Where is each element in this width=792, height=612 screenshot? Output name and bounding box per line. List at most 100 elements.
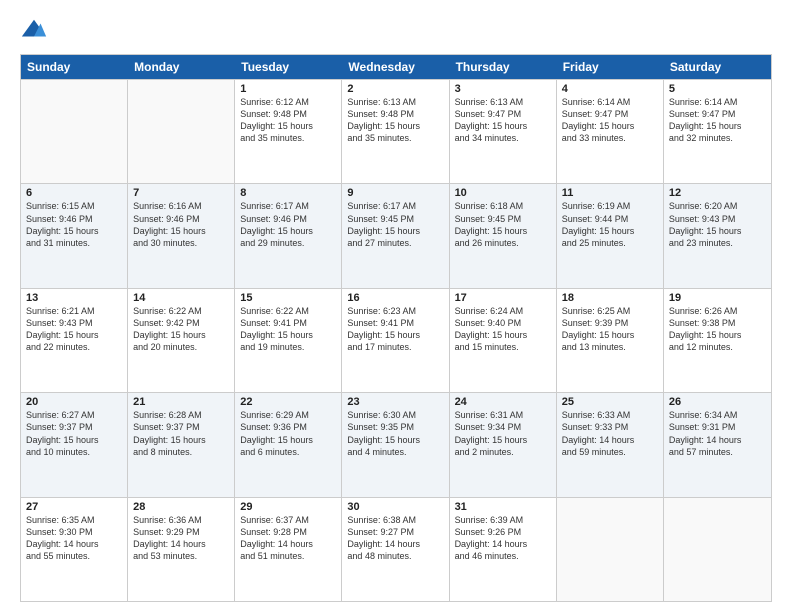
header-day-monday: Monday: [128, 55, 235, 79]
day-cell-12: 12Sunrise: 6:20 AMSunset: 9:43 PMDayligh…: [664, 184, 771, 287]
day-cell-5: 5Sunrise: 6:14 AMSunset: 9:47 PMDaylight…: [664, 80, 771, 183]
empty-cell: [128, 80, 235, 183]
header-day-thursday: Thursday: [450, 55, 557, 79]
day-info: Sunrise: 6:20 AMSunset: 9:43 PMDaylight:…: [669, 200, 766, 249]
day-cell-10: 10Sunrise: 6:18 AMSunset: 9:45 PMDayligh…: [450, 184, 557, 287]
calendar-header: SundayMondayTuesdayWednesdayThursdayFrid…: [21, 55, 771, 79]
day-cell-19: 19Sunrise: 6:26 AMSunset: 9:38 PMDayligh…: [664, 289, 771, 392]
day-cell-1: 1Sunrise: 6:12 AMSunset: 9:48 PMDaylight…: [235, 80, 342, 183]
header-day-saturday: Saturday: [664, 55, 771, 79]
day-info: Sunrise: 6:37 AMSunset: 9:28 PMDaylight:…: [240, 514, 336, 563]
day-number: 21: [133, 396, 229, 408]
day-info: Sunrise: 6:14 AMSunset: 9:47 PMDaylight:…: [562, 96, 658, 145]
header-day-friday: Friday: [557, 55, 664, 79]
calendar-body: 1Sunrise: 6:12 AMSunset: 9:48 PMDaylight…: [21, 79, 771, 601]
day-number: 26: [669, 396, 766, 408]
day-cell-22: 22Sunrise: 6:29 AMSunset: 9:36 PMDayligh…: [235, 393, 342, 496]
day-number: 5: [669, 83, 766, 95]
day-number: 4: [562, 83, 658, 95]
day-cell-23: 23Sunrise: 6:30 AMSunset: 9:35 PMDayligh…: [342, 393, 449, 496]
day-info: Sunrise: 6:17 AMSunset: 9:45 PMDaylight:…: [347, 200, 443, 249]
day-number: 31: [455, 501, 551, 513]
day-info: Sunrise: 6:16 AMSunset: 9:46 PMDaylight:…: [133, 200, 229, 249]
day-cell-21: 21Sunrise: 6:28 AMSunset: 9:37 PMDayligh…: [128, 393, 235, 496]
day-number: 14: [133, 292, 229, 304]
day-info: Sunrise: 6:19 AMSunset: 9:44 PMDaylight:…: [562, 200, 658, 249]
day-info: Sunrise: 6:35 AMSunset: 9:30 PMDaylight:…: [26, 514, 122, 563]
day-info: Sunrise: 6:23 AMSunset: 9:41 PMDaylight:…: [347, 305, 443, 354]
day-info: Sunrise: 6:28 AMSunset: 9:37 PMDaylight:…: [133, 409, 229, 458]
day-info: Sunrise: 6:25 AMSunset: 9:39 PMDaylight:…: [562, 305, 658, 354]
day-number: 2: [347, 83, 443, 95]
day-cell-11: 11Sunrise: 6:19 AMSunset: 9:44 PMDayligh…: [557, 184, 664, 287]
header-day-sunday: Sunday: [21, 55, 128, 79]
empty-cell: [21, 80, 128, 183]
day-number: 9: [347, 187, 443, 199]
day-cell-27: 27Sunrise: 6:35 AMSunset: 9:30 PMDayligh…: [21, 498, 128, 601]
logo: [20, 16, 52, 44]
day-number: 15: [240, 292, 336, 304]
day-cell-20: 20Sunrise: 6:27 AMSunset: 9:37 PMDayligh…: [21, 393, 128, 496]
logo-icon: [20, 16, 48, 44]
day-cell-26: 26Sunrise: 6:34 AMSunset: 9:31 PMDayligh…: [664, 393, 771, 496]
day-cell-6: 6Sunrise: 6:15 AMSunset: 9:46 PMDaylight…: [21, 184, 128, 287]
day-cell-8: 8Sunrise: 6:17 AMSunset: 9:46 PMDaylight…: [235, 184, 342, 287]
day-cell-31: 31Sunrise: 6:39 AMSunset: 9:26 PMDayligh…: [450, 498, 557, 601]
day-info: Sunrise: 6:17 AMSunset: 9:46 PMDaylight:…: [240, 200, 336, 249]
day-cell-4: 4Sunrise: 6:14 AMSunset: 9:47 PMDaylight…: [557, 80, 664, 183]
day-info: Sunrise: 6:14 AMSunset: 9:47 PMDaylight:…: [669, 96, 766, 145]
day-cell-7: 7Sunrise: 6:16 AMSunset: 9:46 PMDaylight…: [128, 184, 235, 287]
day-info: Sunrise: 6:33 AMSunset: 9:33 PMDaylight:…: [562, 409, 658, 458]
day-number: 22: [240, 396, 336, 408]
header-day-wednesday: Wednesday: [342, 55, 449, 79]
empty-cell: [664, 498, 771, 601]
day-cell-15: 15Sunrise: 6:22 AMSunset: 9:41 PMDayligh…: [235, 289, 342, 392]
day-info: Sunrise: 6:34 AMSunset: 9:31 PMDaylight:…: [669, 409, 766, 458]
calendar-row-2: 6Sunrise: 6:15 AMSunset: 9:46 PMDaylight…: [21, 183, 771, 287]
day-cell-18: 18Sunrise: 6:25 AMSunset: 9:39 PMDayligh…: [557, 289, 664, 392]
day-info: Sunrise: 6:18 AMSunset: 9:45 PMDaylight:…: [455, 200, 551, 249]
header-day-tuesday: Tuesday: [235, 55, 342, 79]
day-cell-9: 9Sunrise: 6:17 AMSunset: 9:45 PMDaylight…: [342, 184, 449, 287]
empty-cell: [557, 498, 664, 601]
day-info: Sunrise: 6:38 AMSunset: 9:27 PMDaylight:…: [347, 514, 443, 563]
day-info: Sunrise: 6:26 AMSunset: 9:38 PMDaylight:…: [669, 305, 766, 354]
day-number: 10: [455, 187, 551, 199]
day-number: 18: [562, 292, 658, 304]
day-cell-28: 28Sunrise: 6:36 AMSunset: 9:29 PMDayligh…: [128, 498, 235, 601]
day-number: 29: [240, 501, 336, 513]
calendar-row-5: 27Sunrise: 6:35 AMSunset: 9:30 PMDayligh…: [21, 497, 771, 601]
day-cell-17: 17Sunrise: 6:24 AMSunset: 9:40 PMDayligh…: [450, 289, 557, 392]
day-cell-24: 24Sunrise: 6:31 AMSunset: 9:34 PMDayligh…: [450, 393, 557, 496]
day-info: Sunrise: 6:22 AMSunset: 9:41 PMDaylight:…: [240, 305, 336, 354]
day-info: Sunrise: 6:24 AMSunset: 9:40 PMDaylight:…: [455, 305, 551, 354]
day-info: Sunrise: 6:31 AMSunset: 9:34 PMDaylight:…: [455, 409, 551, 458]
day-cell-3: 3Sunrise: 6:13 AMSunset: 9:47 PMDaylight…: [450, 80, 557, 183]
day-number: 23: [347, 396, 443, 408]
day-number: 20: [26, 396, 122, 408]
day-number: 1: [240, 83, 336, 95]
day-cell-14: 14Sunrise: 6:22 AMSunset: 9:42 PMDayligh…: [128, 289, 235, 392]
day-number: 25: [562, 396, 658, 408]
day-info: Sunrise: 6:22 AMSunset: 9:42 PMDaylight:…: [133, 305, 229, 354]
day-info: Sunrise: 6:13 AMSunset: 9:47 PMDaylight:…: [455, 96, 551, 145]
day-cell-2: 2Sunrise: 6:13 AMSunset: 9:48 PMDaylight…: [342, 80, 449, 183]
calendar-row-4: 20Sunrise: 6:27 AMSunset: 9:37 PMDayligh…: [21, 392, 771, 496]
day-number: 12: [669, 187, 766, 199]
day-cell-13: 13Sunrise: 6:21 AMSunset: 9:43 PMDayligh…: [21, 289, 128, 392]
day-number: 17: [455, 292, 551, 304]
day-number: 19: [669, 292, 766, 304]
day-number: 30: [347, 501, 443, 513]
day-number: 11: [562, 187, 658, 199]
day-number: 28: [133, 501, 229, 513]
page: SundayMondayTuesdayWednesdayThursdayFrid…: [0, 0, 792, 612]
header: [20, 16, 772, 44]
day-number: 13: [26, 292, 122, 304]
day-info: Sunrise: 6:30 AMSunset: 9:35 PMDaylight:…: [347, 409, 443, 458]
day-number: 8: [240, 187, 336, 199]
day-number: 24: [455, 396, 551, 408]
day-cell-16: 16Sunrise: 6:23 AMSunset: 9:41 PMDayligh…: [342, 289, 449, 392]
day-number: 7: [133, 187, 229, 199]
day-number: 3: [455, 83, 551, 95]
calendar-row-3: 13Sunrise: 6:21 AMSunset: 9:43 PMDayligh…: [21, 288, 771, 392]
